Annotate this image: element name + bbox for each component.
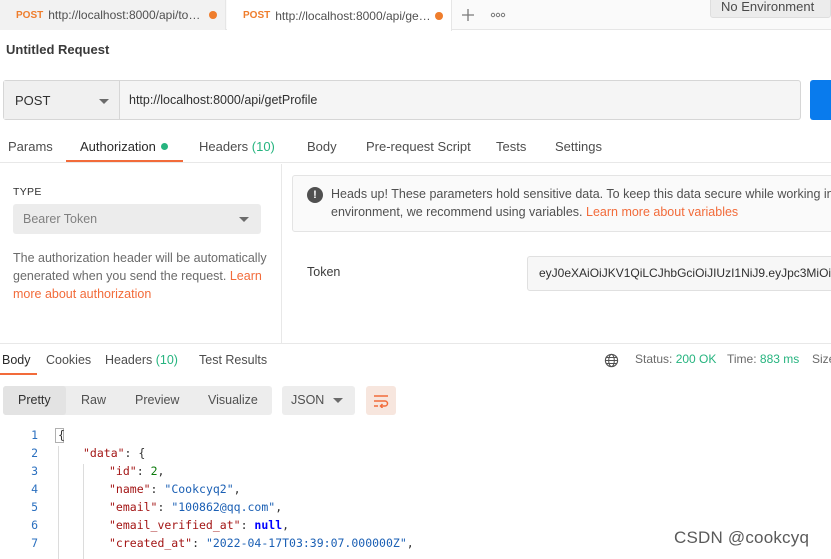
tab-method-label: POST [16,9,44,21]
line-number: 2 [31,446,38,460]
method-select-value: POST [15,92,51,108]
request-tab-strip: POST http://localhost:8000/api/toke... P… [0,0,831,31]
response-tab-test-results[interactable]: Test Results [199,353,267,367]
json-number: 2 [150,464,158,478]
watermark: CSDN @cookcyq [674,528,810,547]
view-mode-pretty[interactable]: Pretty [18,393,51,407]
request-tab-getprofile[interactable]: POST http://localhost:8000/api/getP... [227,0,452,31]
tab-authorization-label: Authorization [80,139,156,154]
wrap-lines-button[interactable] [366,386,396,415]
time-label: Time: [727,352,757,366]
view-mode-raw[interactable]: Raw [81,393,106,407]
json-key: "data" [83,446,125,460]
auth-type-select[interactable]: Bearer Token [13,204,261,234]
unsaved-dot-icon [209,11,217,19]
chevron-down-icon [99,99,109,104]
headers-count: (10) [251,139,275,154]
unsaved-dot-icon [435,11,443,20]
response-size: Size [812,352,831,366]
response-status: Status: 200 OK [635,352,716,366]
notice-text: Heads up! These parameters hold sensitiv… [331,185,831,221]
tab-method-label: POST [243,10,271,21]
chevron-down-icon [239,217,249,222]
wrap-lines-icon [374,394,389,408]
new-tab-plus-icon[interactable] [455,3,481,27]
format-select[interactable]: JSON [282,386,355,415]
chevron-down-icon [333,398,343,403]
tab-prerequest-script[interactable]: Pre-request Script [366,139,471,154]
response-time: Time: 883 ms [727,352,799,366]
time-value[interactable]: 883 ms [760,352,799,366]
response-tab-body[interactable]: Body [2,353,31,367]
json-key: "created_at" [109,536,193,550]
auth-description-text: The authorization header will be automat… [13,251,267,283]
tab-headers[interactable]: Headers (10) [199,139,275,154]
code-line: "email_verified_at": null, [109,518,290,532]
json-string: "Cookcyq2" [164,482,234,496]
status-label: Status: [635,352,673,366]
json-null: null [254,518,283,532]
auth-description: The authorization header will be automat… [13,249,271,303]
request-subtabs: Params Authorization Headers (10) Body P… [0,134,831,163]
url-bar: POST http://localhost:8000/api/getProfil… [3,80,801,120]
size-label: Size [812,352,831,366]
learn-more-variables-link[interactable]: Learn more about variables [586,205,738,219]
globe-icon[interactable] [604,353,619,368]
status-value[interactable]: 200 OK [676,352,717,366]
request-tab-token[interactable]: POST http://localhost:8000/api/toke... [0,0,226,30]
url-input[interactable]: http://localhost:8000/api/getProfile [120,81,800,119]
tab-url-label: http://localhost:8000/api/getP... [275,8,433,23]
tab-headers-label: Headers [199,139,249,154]
code-line: "email": "100862@qq.com", [109,500,283,514]
active-response-tab-indicator [0,373,37,375]
json-string: "100862@qq.com" [171,500,276,514]
response-tab-cookies[interactable]: Cookies [46,353,91,367]
line-number: 7 [31,536,38,550]
view-mode-visualize[interactable]: Visualize [208,393,258,407]
line-number: 6 [31,518,38,532]
line-number: 5 [31,500,38,514]
tab-params[interactable]: Params [8,139,53,154]
json-key: "email_verified_at" [109,518,241,532]
environment-select[interactable]: No Environment [710,0,831,18]
notice-line-1: Heads up! These parameters hold sensitiv… [331,187,831,201]
code-line: "name": "Cookcyq2", [109,482,241,496]
alert-icon: ! [307,187,323,203]
tab-url-label: http://localhost:8000/api/toke... [48,8,207,22]
method-select[interactable]: POST [4,81,120,119]
code-line: "created_at": "2022-04-17T03:39:07.00000… [109,536,414,550]
json-key: "id" [109,464,137,478]
json-key: "email" [109,500,158,514]
sensitive-data-notice: ! Heads up! These parameters hold sensit… [292,175,831,232]
active-dot-icon [160,143,168,150]
json-string: "2022-04-17T03:39:07.000000Z" [205,536,407,550]
code-line: "id": 2, [109,464,165,478]
auth-type-label: TYPE [13,186,42,198]
tab-tests[interactable]: Tests [496,139,526,154]
line-number: 1 [31,428,38,442]
json-key: "name" [109,482,151,496]
tab-body[interactable]: Body [307,139,337,154]
response-headers-count: (10) [155,353,178,367]
token-label: Token [307,265,341,279]
tab-more-options-icon[interactable] [483,3,513,27]
token-input[interactable]: eyJ0eXAiOiJKV1QiLCJhbGciOiJIUzI1NiJ9.eyJ… [527,256,831,291]
format-select-value: JSON [291,393,325,407]
request-title[interactable]: Untitled Request [6,42,109,57]
response-tab-headers[interactable]: Headers (10) [105,353,178,367]
send-button[interactable] [810,80,831,120]
notice-line-2: environment, we recommend using variable… [331,205,583,219]
auth-type-value: Bearer Token [23,212,98,226]
active-tab-indicator [66,160,183,162]
tab-settings[interactable]: Settings [555,139,602,154]
code-line: "data": { [83,446,145,460]
json-punct: : { [124,446,146,460]
tab-authorization[interactable]: Authorization [80,139,168,154]
code-line: { [58,428,65,442]
response-headers-label: Headers [105,353,153,367]
view-mode-preview[interactable]: Preview [135,393,179,407]
line-number: 4 [31,482,38,496]
line-number: 3 [31,464,38,478]
